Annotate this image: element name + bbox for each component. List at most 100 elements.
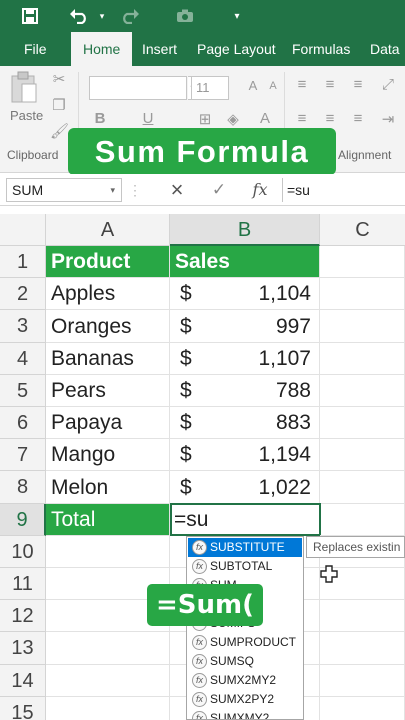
empty-cell[interactable] [320, 407, 405, 439]
sales-cell[interactable]: $883 [170, 407, 320, 439]
autocomplete-item[interactable]: fx SUMX2MY2 [188, 671, 302, 690]
save-icon[interactable] [18, 5, 42, 27]
row-header[interactable]: 14 [0, 665, 46, 697]
sales-cell[interactable]: $1,104 [170, 278, 320, 310]
autocomplete-item[interactable]: fx SUMSQ [188, 652, 302, 671]
undo-dropdown-icon[interactable]: ▾ [96, 5, 108, 27]
row-header[interactable]: 6 [0, 407, 46, 439]
cancel-icon[interactable]: × [166, 178, 188, 202]
sales-cell[interactable]: $1,022 [170, 471, 320, 504]
tab-data[interactable]: Data [370, 32, 400, 66]
row-header[interactable]: 4 [0, 343, 46, 375]
empty-cell[interactable] [46, 665, 170, 697]
shrink-font-icon[interactable]: A [264, 80, 282, 92]
empty-cell[interactable] [320, 246, 405, 278]
align-right-icon[interactable]: ≡ [348, 110, 368, 127]
row-header[interactable]: 8 [0, 471, 46, 504]
copy-icon[interactable]: ❐ [50, 96, 68, 114]
font-color-icon[interactable]: A [256, 110, 274, 127]
function-autocomplete-list[interactable]: fxSUBSTITUTEfxSUBTOTALfxSUMfxSUMIFfxSUMI… [186, 536, 304, 720]
column-header-a[interactable]: A [46, 214, 170, 246]
sales-cell[interactable]: $1,107 [170, 343, 320, 375]
row-header[interactable]: 5 [0, 375, 46, 407]
tab-formulas[interactable]: Formulas [292, 32, 350, 66]
autocomplete-item[interactable]: fx SUBSTITUTE [188, 538, 302, 557]
cut-icon[interactable]: ✂ [50, 70, 68, 88]
tab-insert[interactable]: Insert [142, 32, 177, 66]
product-cell[interactable]: Mango [46, 439, 170, 471]
active-cell-editor[interactable]: =su [170, 503, 321, 536]
enter-check-icon[interactable]: ✓ [208, 178, 230, 202]
empty-cell[interactable] [320, 278, 405, 310]
autocomplete-item[interactable]: fx SUMX2PY2 [188, 690, 302, 709]
total-label-cell[interactable]: Total [46, 504, 170, 536]
tab-home[interactable]: Home [71, 32, 133, 66]
product-cell[interactable]: Pears [46, 375, 170, 407]
row-header[interactable]: 11 [0, 568, 46, 600]
autocomplete-item[interactable]: fx SUMXMY2 [188, 709, 302, 719]
tab-file[interactable]: File [24, 32, 47, 66]
row-header[interactable]: 3 [0, 310, 46, 343]
middle-align-icon[interactable]: ≡ [320, 76, 340, 93]
align-center-icon[interactable]: ≡ [320, 110, 340, 127]
bottom-align-icon[interactable]: ≡ [348, 76, 368, 93]
bold-icon[interactable]: B [92, 110, 108, 127]
empty-cell[interactable] [46, 697, 170, 720]
empty-cell[interactable] [320, 343, 405, 375]
empty-cell[interactable] [320, 310, 405, 343]
font-name-field[interactable] [89, 76, 187, 100]
fill-color-icon[interactable]: ◈ [224, 110, 242, 128]
orientation-icon[interactable]: ⤢ [378, 76, 398, 93]
borders-icon[interactable]: ⊞ [196, 110, 214, 128]
align-left-icon[interactable]: ≡ [292, 110, 312, 127]
row-header[interactable]: 2 [0, 278, 46, 310]
column-header-c[interactable]: C [320, 214, 405, 246]
empty-cell[interactable] [46, 632, 170, 665]
sales-cell[interactable]: $788 [170, 375, 320, 407]
empty-cell[interactable] [320, 632, 405, 665]
empty-cell[interactable] [320, 665, 405, 697]
select-all-corner[interactable] [0, 214, 46, 246]
undo-icon[interactable] [66, 5, 92, 27]
redo-icon[interactable] [118, 5, 142, 27]
paste-icon[interactable] [9, 70, 39, 106]
tab-page-layout[interactable]: Page Layout [197, 32, 276, 66]
customize-dropdown-icon[interactable]: ▾ [230, 5, 244, 27]
row-header[interactable]: 10 [0, 536, 46, 568]
indent-icon[interactable]: ⇥ [378, 110, 398, 128]
sales-cell[interactable]: $997 [170, 310, 320, 343]
row-header[interactable]: 9 [0, 504, 46, 536]
font-size-field[interactable]: 11 [191, 76, 229, 100]
header-cell-sales[interactable]: Sales [170, 246, 320, 278]
paste-label[interactable]: Paste [10, 108, 43, 123]
row-header[interactable]: 12 [0, 600, 46, 632]
row-header[interactable]: 7 [0, 439, 46, 471]
product-cell[interactable]: Papaya [46, 407, 170, 439]
product-cell[interactable]: Oranges [46, 310, 170, 343]
formula-input[interactable]: =su [282, 178, 405, 202]
autocomplete-item[interactable]: fx SUMPRODUCT [188, 633, 302, 652]
empty-cell[interactable] [320, 504, 405, 536]
empty-cell[interactable] [320, 600, 405, 632]
row-header[interactable]: 13 [0, 632, 46, 665]
row-header[interactable]: 1 [0, 246, 46, 278]
empty-cell[interactable] [320, 439, 405, 471]
camera-icon[interactable] [174, 5, 196, 27]
product-cell[interactable]: Bananas [46, 343, 170, 375]
name-box[interactable]: SUM ▾ [6, 178, 122, 202]
empty-cell[interactable] [320, 471, 405, 504]
insert-function-icon[interactable]: fx [248, 178, 272, 202]
empty-cell[interactable] [320, 697, 405, 720]
product-cell[interactable]: Apples [46, 278, 170, 310]
top-align-icon[interactable]: ≡ [292, 76, 312, 93]
autocomplete-item[interactable]: fx SUBTOTAL [188, 557, 302, 576]
header-cell-product[interactable]: Product [46, 246, 170, 278]
product-cell[interactable]: Melon [46, 471, 170, 504]
column-header-b[interactable]: B [170, 214, 320, 246]
chevron-down-icon[interactable]: ▾ [110, 179, 115, 201]
format-painter-icon[interactable]: 🖌 [50, 122, 69, 140]
empty-cell[interactable] [46, 536, 170, 568]
row-header[interactable]: 15 [0, 697, 46, 720]
underline-icon[interactable]: U [140, 110, 156, 127]
grow-font-icon[interactable]: A [244, 78, 262, 93]
